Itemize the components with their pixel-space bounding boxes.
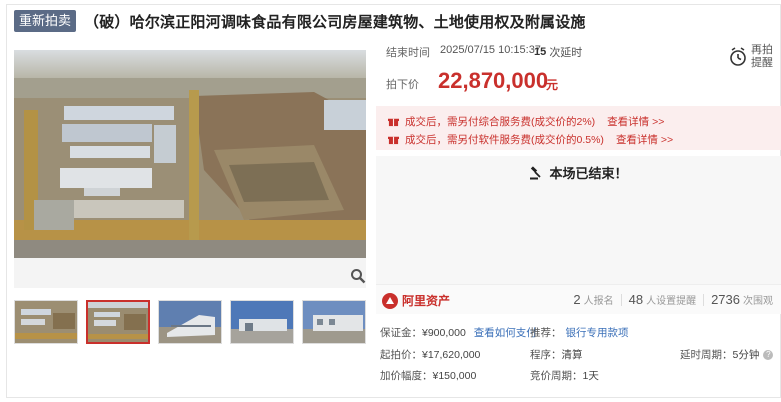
remind-button[interactable]: 再拍提醒 — [729, 40, 777, 74]
aerial-photo-graphic — [14, 50, 366, 258]
title-row: 重新拍卖 （破）哈尔滨正阳河调味食品有限公司房屋建筑物、土地使用权及附属设施 — [14, 10, 586, 32]
gift-icon — [388, 118, 399, 127]
thumbnail-strip — [14, 300, 374, 344]
extension-period-value: 5分钟 — [732, 349, 760, 361]
view-label: 次围观 — [743, 296, 773, 307]
fee-notice: 成交后，需另付综合服务费(成交价的2%) 查看详情 >> 成交后，需另付软件服务… — [376, 106, 781, 150]
end-time-label: 结束时间 — [386, 47, 430, 59]
divider — [620, 293, 622, 306]
gift-icon — [388, 136, 399, 145]
brand[interactable]: 阿里资产 — [382, 292, 450, 309]
increment-row: 加价幅度： ¥150,000 — [380, 368, 476, 383]
image-toolbar — [14, 258, 366, 288]
recommend-label: 推荐： — [530, 327, 562, 339]
bank-fund-link[interactable]: 银行专用款项 — [566, 325, 629, 340]
how-to-pay-link[interactable]: 查看如何支付 — [474, 325, 537, 340]
clock-remind-icon — [730, 47, 746, 66]
thumbnail-3[interactable] — [158, 300, 222, 344]
view-count: 2736 — [711, 292, 740, 307]
signup-label: 人报名 — [583, 296, 614, 307]
recommend-row: 推荐： 银行专用款项 — [530, 325, 629, 340]
fee-line-1: 成交后，需另付综合服务费(成交价的2%) 查看详情 >> — [388, 114, 664, 129]
fee-line-2: 成交后，需另付软件服务费(成交价的0.5%) 查看详情 >> — [388, 132, 673, 147]
procedure-value: 清算 — [561, 349, 583, 361]
remind-label: 再拍提醒 — [751, 44, 773, 69]
fee-detail-link-1[interactable]: 查看详情 >> — [607, 114, 664, 129]
relist-badge: 重新拍卖 — [14, 10, 77, 32]
divider — [703, 293, 705, 306]
bid-period-value: 1天 — [582, 370, 599, 382]
brand-name: 阿里资产 — [402, 294, 451, 308]
extension-count-suffix: 次延时 — [549, 47, 583, 59]
ended-message: 本场已结束！ — [376, 163, 781, 182]
thumbnail-2[interactable] — [86, 300, 150, 344]
thumbnail-1[interactable] — [14, 300, 78, 344]
fee-text-2: 成交后，需另付软件服务费(成交价的0.5%) — [405, 134, 604, 146]
ali-asset-logo-icon — [382, 292, 398, 309]
extension-count-value: 15 — [534, 46, 547, 58]
procedure-row: 程序： 清算 — [530, 347, 583, 362]
deposit-label: 保证金： — [380, 327, 422, 339]
main-photo[interactable] — [14, 50, 366, 258]
bid-period-row: 竞价周期： 1天 — [530, 368, 599, 383]
extension-count: 15 次延时 — [534, 44, 582, 60]
stats-bar: 阿里资产 2 人报名 48 人设置提醒 2736 次围观 — [376, 284, 781, 314]
thumbnail-4[interactable] — [230, 300, 294, 344]
bid-period-label: 竞价周期： — [530, 370, 583, 382]
price-unit: 元 — [546, 78, 559, 92]
extension-period-label: 延时周期： — [680, 349, 733, 361]
deposit-value: ¥900,000 — [422, 326, 466, 339]
ended-panel: 本场已结束！ — [376, 156, 781, 284]
increment-label: 加价幅度： — [380, 370, 433, 382]
stats-counts: 2 人报名 48 人设置提醒 2736 次围观 — [573, 292, 773, 307]
start-price-label: 起拍价： — [380, 349, 422, 361]
signup-count: 2 — [573, 292, 581, 307]
reminder-count: 48 — [628, 292, 644, 307]
start-price-row: 起拍价： ¥17,620,000 — [380, 347, 480, 362]
help-icon[interactable]: ? — [763, 349, 774, 360]
deposit-row: 保证金： ¥900,000 查看如何支付 — [380, 325, 537, 340]
thumbnail-5[interactable] — [302, 300, 366, 344]
increment-value: ¥150,000 — [432, 369, 477, 382]
reminder-label: 人设置提醒 — [646, 296, 697, 307]
extension-period-row: 延时周期： 5分钟 ? — [680, 347, 774, 362]
page-title: （破）哈尔滨正阳河调味食品有限公司房屋建筑物、土地使用权及附属设施 — [84, 13, 586, 31]
end-time-value: 2025/07/15 10:15:37 — [440, 44, 541, 56]
final-price: 22,870,000 — [438, 68, 549, 93]
gavel-icon — [530, 165, 542, 179]
ended-text: 本场已结束！ — [549, 166, 628, 181]
procedure-label: 程序： — [530, 349, 562, 361]
fee-text-1: 成交后，需另付综合服务费(成交价的2%) — [405, 116, 596, 128]
zoom-icon[interactable] — [350, 268, 368, 286]
fee-detail-link-2[interactable]: 查看详情 >> — [616, 132, 673, 147]
price-label: 拍下价 — [386, 79, 419, 91]
start-price-value: ¥17,620,000 — [422, 348, 481, 361]
